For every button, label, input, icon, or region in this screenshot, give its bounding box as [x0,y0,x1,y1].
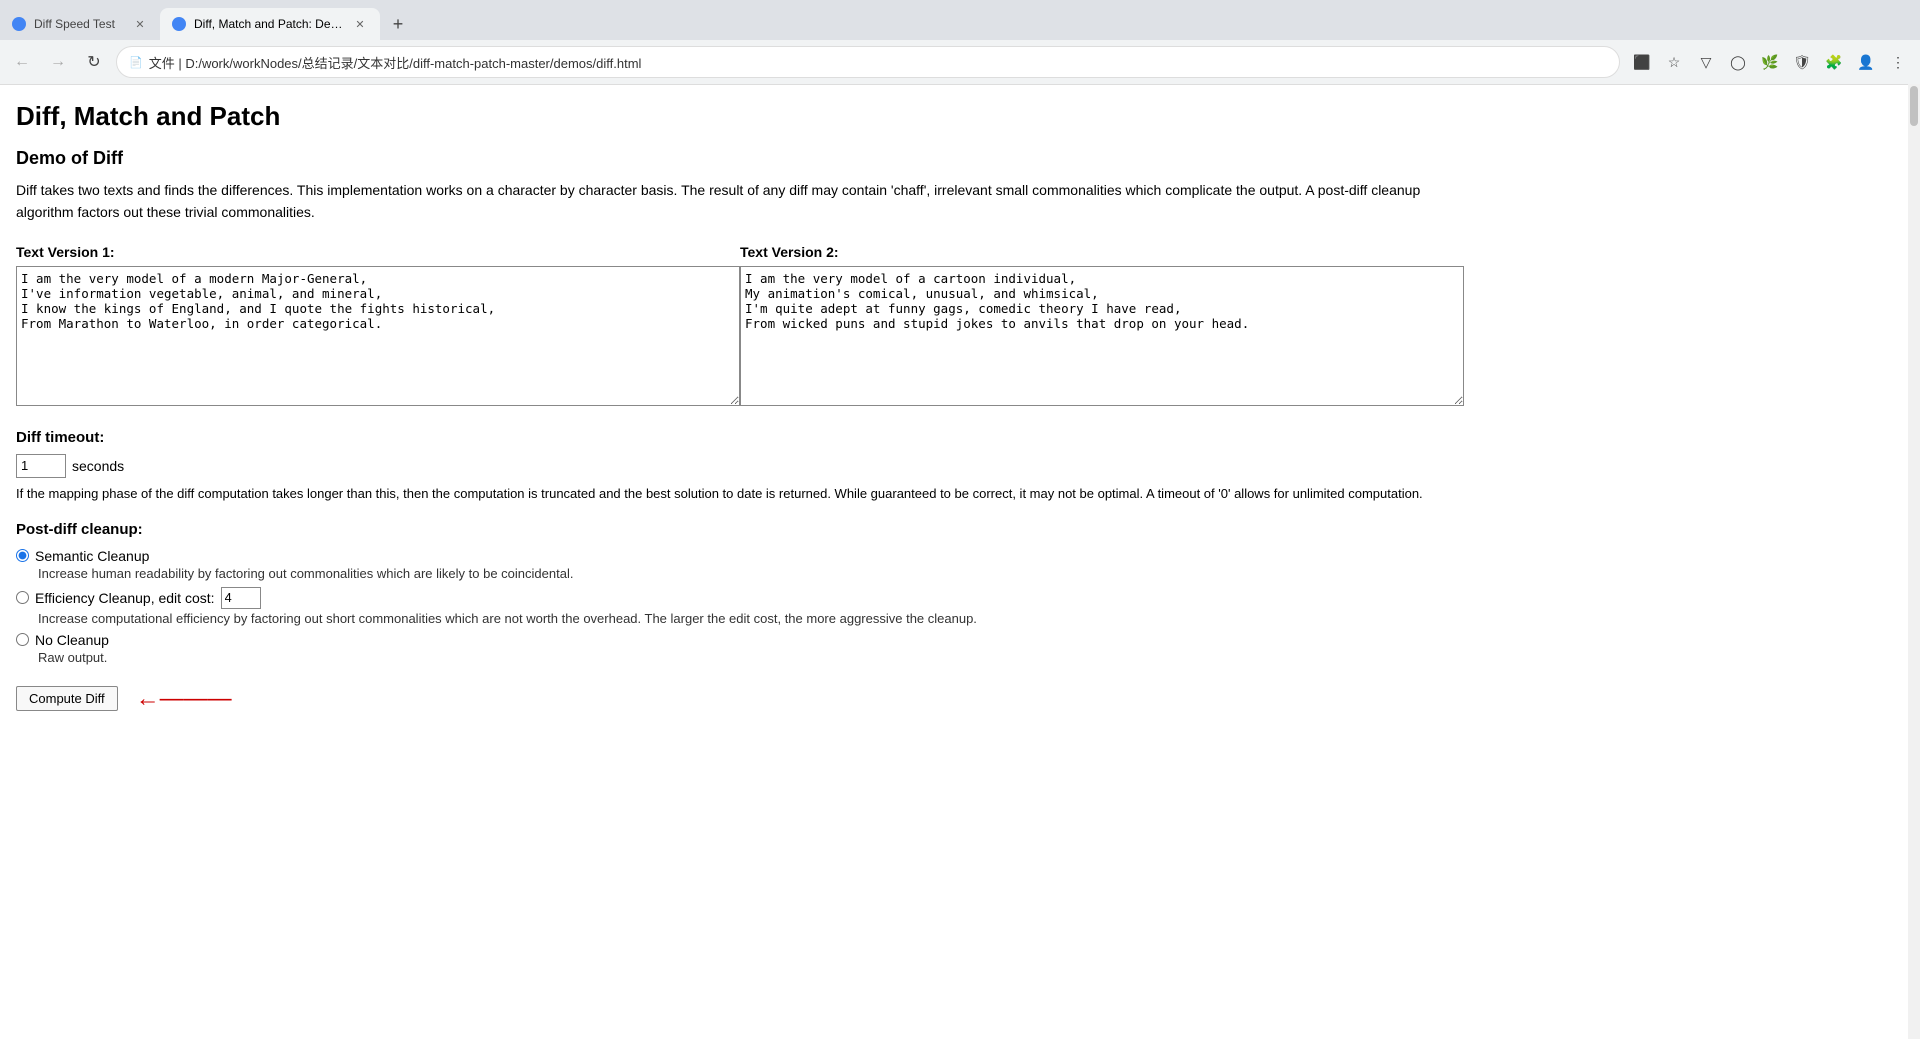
cleanup-section: Post-diff cleanup: Semantic Cleanup Incr… [16,521,1464,665]
text2-container: Text Version 2: [740,244,1464,409]
radio-semantic-label[interactable]: Semantic Cleanup [35,548,149,564]
account-icon[interactable]: 👤 [1852,48,1880,76]
scrollbar-thumb[interactable] [1910,86,1918,126]
text1-label: Text Version 1: [16,244,740,260]
url-prefix: 文件 | [149,56,182,71]
edit-cost-input[interactable] [221,587,261,609]
timeout-row: seconds [16,454,1464,478]
tab-diff-match-patch[interactable]: Diff, Match and Patch: Demo … ✕ [160,8,380,40]
text1-container: Text Version 1: [16,244,740,409]
bookmark-icon[interactable]: ☆ [1660,48,1688,76]
screenshot-icon[interactable]: ⬛ [1628,48,1656,76]
url-path: D:/work/workNodes/总结记录/文本对比/diff-match-p… [185,56,641,71]
radio-efficiency-desc: Increase computational efficiency by fac… [38,611,1464,626]
timeout-section: Diff timeout: seconds If the mapping pha… [16,429,1464,505]
compute-diff-button[interactable]: Compute Diff [16,686,118,711]
tab-close-2[interactable]: ✕ [352,16,368,32]
tab-bar: Diff Speed Test ✕ Diff, Match and Patch:… [0,0,1920,40]
timeout-desc: If the mapping phase of the diff computa… [16,484,1464,505]
text2-label: Text Version 2: [740,244,1464,260]
tab-diff-speed-test[interactable]: Diff Speed Test ✕ [0,8,160,40]
radio-nocleanup-item: No Cleanup Raw output. [16,632,1464,665]
radio-efficiency-label: Efficiency Cleanup, edit cost: [35,590,215,606]
red-arrow-icon: ←――― [136,685,232,713]
radio-nocleanup-row: No Cleanup [16,632,1464,648]
radio-semantic-row: Semantic Cleanup [16,548,1464,564]
shield-icon[interactable]: 🛡 [1788,48,1816,76]
cleanup-label: Post-diff cleanup: [16,521,1464,538]
menu-icon[interactable]: ⋮ [1884,48,1912,76]
tab-label-2: Diff, Match and Patch: Demo … [194,17,344,31]
puzzle-icon[interactable]: 🧩 [1820,48,1848,76]
url-bar[interactable]: 📄 文件 | D:/work/workNodes/总结记录/文本对比/diff-… [116,46,1620,78]
radio-efficiency[interactable] [16,591,29,604]
timeout-unit: seconds [72,458,124,474]
compute-area: Compute Diff ←――― [16,685,232,713]
text2-input[interactable] [740,266,1464,406]
url-file-icon: 📄 [129,56,143,69]
tab-label-1: Diff Speed Test [34,17,124,31]
back-button[interactable]: ← [8,48,36,76]
new-tab-button[interactable]: + [384,10,412,38]
text-areas-section: Text Version 1: Text Version 2: [16,244,1464,409]
radio-efficiency-item: Efficiency Cleanup, edit cost: Increase … [16,587,1464,626]
toolbar-icons: ⬛ ☆ ▽ ◯ 🌿 🛡 🧩 👤 ⋮ [1628,48,1912,76]
page-description: Diff takes two texts and finds the diffe… [16,179,1464,224]
page-title: Diff, Match and Patch [16,101,1464,132]
radio-nocleanup[interactable] [16,633,29,646]
demo-title: Demo of Diff [16,148,1464,169]
url-text: 文件 | D:/work/workNodes/总结记录/文本对比/diff-ma… [149,53,1607,72]
tab-close-1[interactable]: ✕ [132,16,148,32]
browser-chrome: Diff Speed Test ✕ Diff, Match and Patch:… [0,0,1920,85]
leaf-icon[interactable]: 🌿 [1756,48,1784,76]
radio-semantic-item: Semantic Cleanup Increase human readabil… [16,548,1464,581]
page-content: Diff, Match and Patch Demo of Diff Diff … [0,85,1480,753]
filter-icon[interactable]: ▽ [1692,48,1720,76]
reload-button[interactable]: ↻ [80,48,108,76]
timeout-label: Diff timeout: [16,429,1464,446]
radio-nocleanup-label[interactable]: No Cleanup [35,632,109,648]
radio-efficiency-row: Efficiency Cleanup, edit cost: [16,587,1464,609]
circle-icon[interactable]: ◯ [1724,48,1752,76]
tab-favicon-1 [12,17,26,31]
forward-button[interactable]: → [44,48,72,76]
scrollbar[interactable] [1908,84,1920,1039]
radio-semantic-desc: Increase human readability by factoring … [38,566,1464,581]
tab-favicon-2 [172,17,186,31]
text1-input[interactable] [16,266,740,406]
address-bar: ← → ↻ 📄 文件 | D:/work/workNodes/总结记录/文本对比… [0,40,1920,84]
timeout-input[interactable] [16,454,66,478]
radio-semantic[interactable] [16,549,29,562]
radio-nocleanup-desc: Raw output. [38,650,1464,665]
